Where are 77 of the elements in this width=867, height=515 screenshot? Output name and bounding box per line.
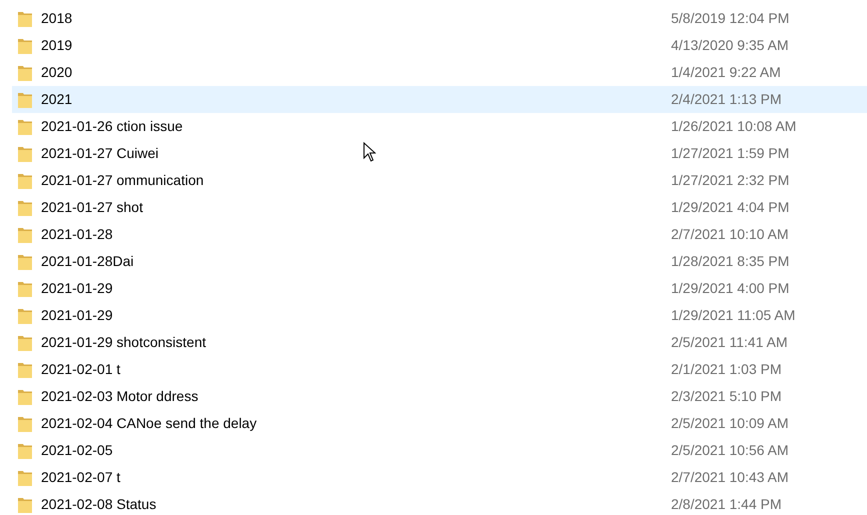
- date-modified: 2/1/2021 1:03 PM: [671, 360, 782, 379]
- file-row[interactable]: 2021-01-28Dai 1/28/2021 8:35 PM: [12, 248, 867, 275]
- file-name: 2021-02-04 CANoe send the delay: [41, 414, 257, 433]
- folder-icon: [18, 308, 32, 324]
- date-modified: 2/5/2021 10:56 AM: [671, 441, 789, 460]
- file-name: 2021-02-01 t: [41, 360, 120, 379]
- file-row[interactable]: 2021-01-27 shot 1/29/2021 4:04 PM: [12, 194, 867, 221]
- date-modified: 1/27/2021 2:32 PM: [671, 171, 790, 190]
- file-row[interactable]: 2021-01-27 Cuiwei 1/27/2021 1:59 PM: [12, 140, 867, 167]
- file-row[interactable]: 2021-02-05 2/5/2021 10:56 AM: [12, 437, 867, 464]
- file-row[interactable]: 2018 5/8/2019 12:04 PM: [12, 5, 867, 32]
- file-row[interactable]: 2021-01-29 shotconsistent 2/5/2021 11:41 AM: [12, 329, 867, 356]
- date-modified: 2/3/2021 5:10 PM: [671, 387, 782, 406]
- file-row[interactable]: 2021-02-04 CANoe send the delay 2/5/2021 10:09 AM: [12, 410, 867, 437]
- file-name: 2021-01-27 Cuiwei: [41, 144, 159, 163]
- date-modified: 2/5/2021 10:09 AM: [671, 414, 789, 433]
- folder-icon: [18, 118, 32, 134]
- file-row[interactable]: 2021-01-28 2/7/2021 10:10 AM: [12, 221, 867, 248]
- date-modified: 2/7/2021 10:43 AM: [671, 468, 789, 487]
- folder-icon: [18, 388, 32, 404]
- date-modified: 1/27/2021 1:59 PM: [671, 144, 790, 163]
- file-row[interactable]: 2020 1/4/2021 9:22 AM: [12, 59, 867, 86]
- date-modified: 2/4/2021 1:13 PM: [671, 90, 782, 109]
- date-modified: 2/7/2021 10:10 AM: [671, 225, 789, 244]
- file-name: 2019: [41, 36, 72, 55]
- date-modified: 5/8/2019 12:04 PM: [671, 9, 790, 28]
- date-modified: 2/5/2021 11:41 AM: [671, 333, 788, 352]
- date-modified: 1/29/2021 11:05 AM: [671, 306, 796, 325]
- file-name: 2021-01-27 shot: [41, 198, 143, 217]
- file-name: 2021-01-28: [41, 225, 113, 244]
- file-row[interactable]: 2021-02-08 Status 2/8/2021 1:44 PM: [12, 491, 867, 515]
- file-name: 2021-01-29: [41, 279, 113, 298]
- date-modified: 1/29/2021 4:04 PM: [671, 198, 790, 217]
- folder-icon: [18, 226, 32, 242]
- folder-icon: [18, 362, 32, 378]
- folder-icon: [18, 64, 32, 80]
- file-name: 2021-01-27 ommunication: [41, 171, 204, 190]
- folder-icon: [18, 470, 32, 486]
- file-name: 2021-01-29 shotconsistent: [41, 333, 206, 352]
- folder-icon: [18, 38, 32, 54]
- file-name: 2018: [41, 9, 72, 28]
- folder-icon: [18, 496, 32, 512]
- file-row[interactable]: 2019 4/13/2020 9:35 AM: [12, 32, 867, 59]
- file-name: 2021-02-05: [41, 441, 113, 460]
- folder-icon: [18, 416, 32, 432]
- file-name: 2020: [41, 63, 72, 82]
- file-name: 2021: [41, 90, 72, 109]
- date-modified: 1/4/2021 9:22 AM: [671, 63, 781, 82]
- file-row[interactable]: 2021-01-29 1/29/2021 11:05 AM: [12, 302, 867, 329]
- file-row[interactable]: 2021-02-01 t 2/1/2021 1:03 PM: [12, 356, 867, 383]
- date-modified: 1/28/2021 8:35 PM: [671, 252, 790, 271]
- date-modified: 2/8/2021 1:44 PM: [671, 495, 782, 514]
- file-row[interactable]: 2021-02-07 t 2/7/2021 10:43 AM: [12, 464, 867, 491]
- folder-icon: [18, 172, 32, 188]
- folder-icon: [18, 92, 32, 108]
- file-name: 2021-01-28Dai: [41, 252, 134, 271]
- file-row[interactable]: 2021-01-29 1/29/2021 4:00 PM: [12, 275, 867, 302]
- date-modified: 4/13/2020 9:35 AM: [671, 36, 789, 55]
- date-modified: 1/26/2021 10:08 AM: [671, 117, 796, 136]
- file-row[interactable]: 2021-02-03 Motor ddress 2/3/2021 5:10 PM: [12, 383, 867, 410]
- folder-icon: [18, 146, 32, 162]
- folder-icon: [18, 200, 32, 216]
- mouse-pointer-icon: [363, 142, 376, 162]
- file-name: 2021-02-07 t: [41, 468, 120, 487]
- file-row[interactable]: 2021 2/4/2021 1:13 PM: [12, 86, 867, 113]
- file-name: 2021-01-26 ction issue: [41, 117, 183, 136]
- folder-icon: [18, 334, 32, 350]
- folder-icon: [18, 254, 32, 270]
- folder-icon: [18, 10, 32, 26]
- file-row[interactable]: 2021-01-26 ction issue 1/26/2021 10:08 AM: [12, 113, 867, 140]
- date-modified: 1/29/2021 4:00 PM: [671, 279, 790, 298]
- file-name: 2021-01-29: [41, 306, 113, 325]
- folder-icon: [18, 442, 32, 458]
- file-name: 2021-02-03 Motor ddress: [41, 387, 198, 406]
- folder-icon: [18, 280, 32, 296]
- file-row[interactable]: 2021-01-27 ommunication 1/27/2021 2:32 PM: [12, 167, 867, 194]
- file-name: 2021-02-08 Status: [41, 495, 156, 514]
